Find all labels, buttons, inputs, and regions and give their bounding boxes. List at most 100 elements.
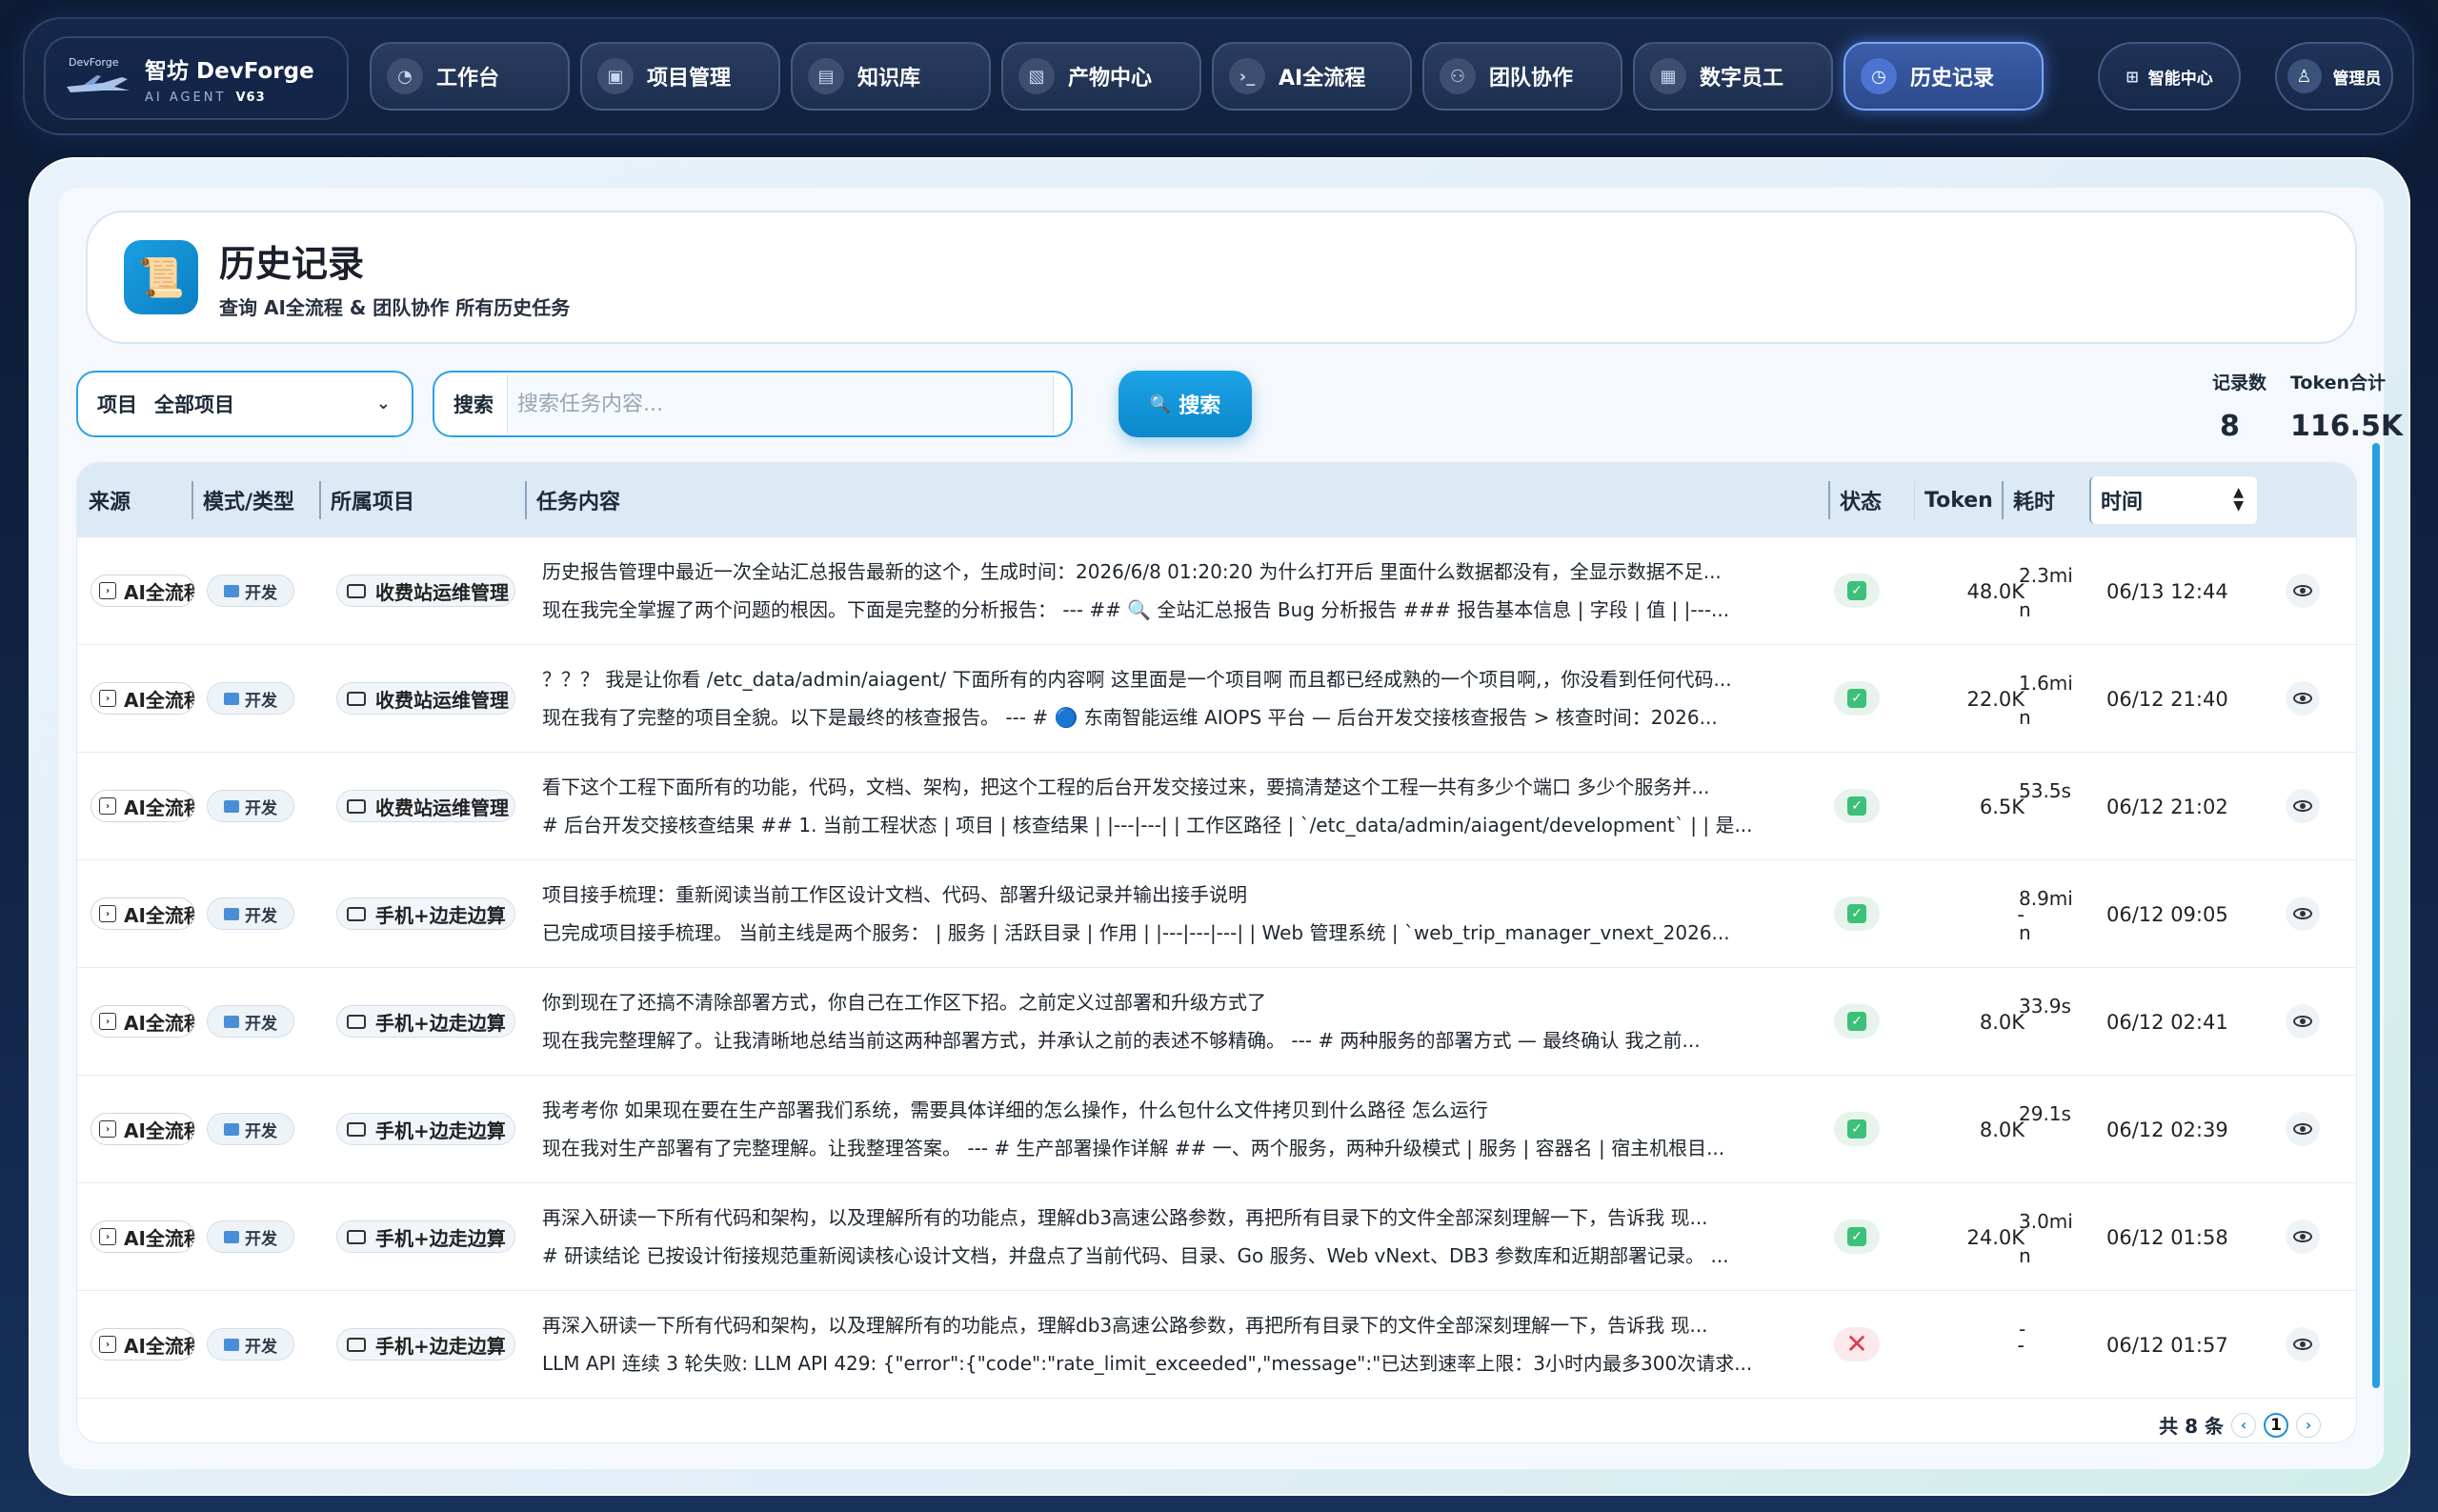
table-row[interactable]: › AI全流程 开发 手机+边走边算 我考考你 如果现在要在生产部署我们系统，需要具体详…: [77, 1076, 2356, 1183]
check-icon: ✓: [1847, 796, 1866, 816]
token-stat: Token合计 116.5K: [2290, 369, 2403, 443]
folder-icon: [347, 1014, 366, 1029]
table-row[interactable]: › AI全流程 开发 收费站运维管理 ？？？ 我是让你看 /etc_data/admin…: [77, 645, 2356, 753]
token-cell: 48.0K: [1966, 580, 2025, 603]
brand-title: 智坊 DevForge: [145, 58, 314, 84]
table-row[interactable]: › AI全流程 开发 手机+边走边算 再深入研读一下所有代码和架构，以及理解所有的功能点…: [77, 1183, 2356, 1291]
table-row[interactable]: › AI全流程 开发 收费站运维管理 看下这个工程下面所有的功能，代码，文档、架构，把这…: [77, 753, 2356, 860]
task-content[interactable]: 项目接手梳理：重新阅读当前工作区设计文档、代码、部署升级记录并输出接手说明 已完成…: [542, 876, 1819, 952]
eye-icon: [2293, 585, 2312, 596]
check-icon: ✓: [1847, 904, 1866, 923]
mode-tag: 开发: [207, 1328, 294, 1361]
terminal-icon: ›: [99, 905, 116, 922]
source-tag: › AI全流程: [91, 790, 195, 822]
records-label: 记录数: [2212, 373, 2267, 393]
view-button[interactable]: [2286, 1220, 2320, 1254]
monitor-icon: [224, 692, 239, 705]
avatar-icon: ♙: [2287, 59, 2322, 93]
task-content[interactable]: 再深入研读一下所有代码和架构，以及理解所有的功能点，理解db3高速公路参数，再把…: [542, 1199, 1819, 1275]
check-icon: ✓: [1847, 689, 1866, 708]
nav-artifact-center[interactable]: ▧ 产物中心: [1001, 42, 1201, 111]
view-button[interactable]: [2286, 897, 2320, 931]
time-cell: 06/12 09:05: [2106, 903, 2228, 926]
task-content[interactable]: 历史报告管理中最近一次全站汇总报告最新的这个，生成时间：2026/6/8 01:…: [542, 553, 1819, 629]
folder-icon: [347, 691, 366, 706]
eye-icon: [2293, 1339, 2312, 1350]
source-tag: › AI全流程: [91, 1005, 195, 1038]
duration-cell: 1.6min: [2019, 672, 2073, 729]
task-result: 已完成项目接手梳理。 当前主线是两个服务： | 服务 | 活跃目录 | 作用 |…: [542, 921, 1730, 944]
status-success-badge: ✓: [1834, 1112, 1880, 1146]
task-content[interactable]: 看下这个工程下面所有的功能，代码，文档、架构，把这个工程的后台开发交接过来，要搞…: [542, 768, 1819, 844]
smart-center-button[interactable]: ⊞ 智能中心: [2098, 42, 2241, 111]
eye-icon: [2293, 693, 2312, 704]
search-button[interactable]: 🔍 搜索: [1118, 371, 1252, 437]
task-result: 现在我对生产部署有了完整理解。让我整理答案。 --- # 生产部署操作详解 ##…: [542, 1137, 1725, 1159]
view-button[interactable]: [2286, 1327, 2320, 1361]
table-header: 来源 模式/类型 所属项目 任务内容 状态 Token 耗时 时间 ▲ ▼: [77, 463, 2356, 537]
view-button[interactable]: [2286, 789, 2320, 823]
table-row[interactable]: › AI全流程 开发 手机+边走边算 再深入研读一下所有代码和架构，以及理解所有的功能点…: [77, 1291, 2356, 1399]
duration-cell: 53.5s: [2019, 779, 2071, 802]
project-filter-value: 全部项目: [154, 393, 234, 416]
table-row[interactable]: › AI全流程 开发 手机+边走边算 你到现在了还搞不清除部署方式，你自己在工作区下招。…: [77, 968, 2356, 1076]
monitor-icon: [224, 1338, 239, 1351]
view-button[interactable]: [2286, 1004, 2320, 1038]
duration-cell: 3.0min: [2019, 1210, 2073, 1267]
time-cell: 06/12 02:41: [2106, 1011, 2228, 1034]
table-scrollbar[interactable]: [2372, 443, 2380, 1388]
task-content[interactable]: 再深入研读一下所有代码和架构，以及理解所有的功能点，理解db3高速公路参数，再把…: [542, 1306, 1819, 1382]
task-prompt: 再深入研读一下所有代码和架构，以及理解所有的功能点，理解db3高速公路参数，再把…: [542, 1206, 1708, 1229]
eye-icon: [2293, 908, 2312, 919]
token-total-label: Token合计: [2290, 373, 2387, 393]
monitor-icon: [224, 1230, 239, 1243]
status-success-badge: ✓: [1834, 681, 1880, 716]
task-content[interactable]: 你到现在了还搞不清除部署方式，你自己在工作区下招。之前定义过部署和升级方式了 现在…: [542, 983, 1819, 1059]
page-subtitle: 查询 AI全流程 & 团队协作 所有历史任务: [219, 296, 571, 319]
monitor-icon: [224, 1122, 239, 1136]
terminal-icon: ›: [99, 1228, 116, 1245]
token-cell: 22.0K: [1966, 688, 2025, 711]
view-button[interactable]: [2286, 681, 2320, 716]
folder-icon: [347, 798, 366, 814]
next-page-button[interactable]: ›: [2296, 1412, 2321, 1438]
nav-history[interactable]: ◷ 历史记录: [1844, 42, 2044, 111]
records-value: 8: [2220, 410, 2240, 443]
nav-team-collab[interactable]: ⚇ 团队协作: [1422, 42, 1622, 111]
nav-ai-workflow[interactable]: ›_ AI全流程: [1212, 42, 1412, 111]
eye-icon: [2293, 800, 2312, 812]
table-row[interactable]: › AI全流程 开发 收费站运维管理 历史报告管理中最近一次全站汇总报告最新的这个，生成…: [77, 537, 2356, 645]
project-filter-select[interactable]: 项目 全部项目 ⌄: [76, 371, 413, 437]
status-success-badge: ✓: [1834, 574, 1880, 608]
source-tag: › AI全流程: [91, 1113, 195, 1145]
status-success-badge: ✓: [1834, 897, 1880, 931]
source-tag: › AI全流程: [91, 1220, 195, 1253]
view-button[interactable]: [2286, 574, 2320, 608]
col-time-sort[interactable]: 时间 ▲ ▼: [2089, 476, 2257, 524]
search-icon: 🔍: [1149, 393, 1172, 414]
task-result: # 研读结论 已按设计衔接规范重新阅读核心设计文档，并盘点了当前代码、目录、Go…: [542, 1244, 1729, 1267]
nav-workbench[interactable]: ◔ 工作台: [370, 42, 570, 111]
duration-cell: 2.3min: [2019, 564, 2073, 621]
robot-icon: ▦: [1650, 58, 1686, 94]
nav-project-management[interactable]: ▣ 项目管理: [580, 42, 780, 111]
task-result: 现在我有了完整的项目全貌。以下是最终的核查报告。 --- # 🔵 东南智能运维 …: [542, 706, 1718, 729]
task-content[interactable]: ？？？ 我是让你看 /etc_data/admin/aiagent/ 下面所有的…: [542, 660, 1819, 736]
col-token: Token: [1914, 481, 1993, 519]
content-area: 📜 历史记录 查询 AI全流程 & 团队协作 所有历史任务 项目 全部项目 ⌄ …: [59, 188, 2403, 1469]
brand-logo[interactable]: DevForge 智坊 DevForge AI AGENT V63: [44, 36, 349, 120]
admin-menu[interactable]: ♙ 管理员: [2275, 42, 2393, 111]
check-icon: ✓: [1847, 1012, 1866, 1031]
table-row[interactable]: › AI全流程 开发 手机+边走边算 项目接手梳理：重新阅读当前工作区设计文档、代码、部…: [77, 860, 2356, 968]
folder-icon: [347, 1229, 366, 1244]
task-content[interactable]: 我考考你 如果现在要在生产部署我们系统，需要具体详细的怎么操作，什么包什么文件拷…: [542, 1091, 1819, 1167]
search-input[interactable]: [507, 374, 1054, 433]
nav-knowledge-base[interactable]: ▤ 知识库: [791, 42, 991, 111]
check-icon: ✓: [1847, 1119, 1866, 1139]
prev-page-button[interactable]: ‹: [2231, 1412, 2256, 1438]
nav-digital-staff[interactable]: ▦ 数字员工: [1633, 42, 1833, 111]
search-label: 搜索: [453, 393, 494, 416]
page-number-button[interactable]: 1: [2264, 1412, 2288, 1438]
monitor-icon: [224, 584, 239, 597]
view-button[interactable]: [2286, 1112, 2320, 1146]
